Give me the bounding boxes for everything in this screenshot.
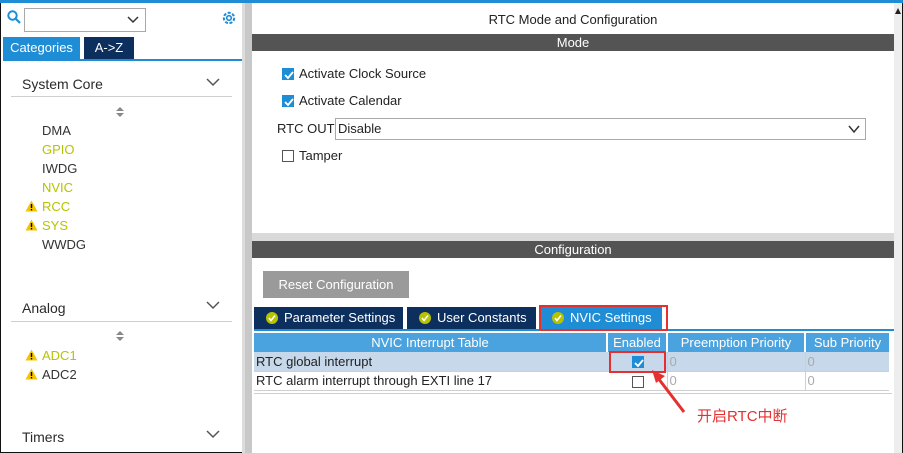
reset-configuration-button[interactable]: Reset Configuration [263, 271, 409, 298]
highlight-box-nvic-tab [539, 305, 668, 331]
sidebar-item-adc2[interactable]: ADC2 [42, 367, 77, 382]
nvic-interrupt-table: NVIC Interrupt Table Enabled Preemption … [254, 333, 889, 391]
col-header-preemption[interactable]: Preemption Priority [667, 333, 806, 352]
chevron-down-icon[interactable] [206, 78, 220, 87]
annotation-text: 开启RTC中断 [697, 408, 788, 425]
rtc-out-label: RTC OUT [277, 121, 335, 136]
activate-clock-source-label: Activate Clock Source [299, 66, 427, 81]
search-icon[interactable] [7, 10, 21, 24]
activate-clock-source-checkbox[interactable] [282, 68, 294, 80]
sidebar-item-wwdg[interactable]: WWDG [42, 237, 86, 252]
tab-parameter-settings[interactable]: Parameter Settings [254, 307, 403, 329]
sidebar-item-gpio[interactable]: GPIO [42, 142, 75, 157]
activate-calendar-label: Activate Calendar [299, 93, 402, 108]
sub-priority-cell[interactable]: 0 [804, 371, 889, 391]
col-header-enabled[interactable]: Enabled [607, 333, 668, 352]
sidebar-item-nvic[interactable]: NVIC [42, 180, 73, 195]
tab-user-constants[interactable]: User Constants [407, 307, 536, 329]
scroll-up-arrow-icon[interactable] [895, 8, 901, 14]
activate-calendar-checkbox[interactable] [282, 95, 294, 107]
gear-icon[interactable] [220, 9, 238, 27]
tab-label: Parameter Settings [284, 310, 396, 325]
tamper-label: Tamper [299, 148, 343, 163]
main-panel: RTC Mode and Configuration Mode Activate… [252, 3, 894, 453]
section-timers[interactable]: Timers [22, 429, 64, 445]
sort-icon[interactable] [115, 107, 125, 117]
chevron-down-icon[interactable] [848, 125, 860, 134]
chevron-down-icon[interactable] [206, 430, 220, 439]
arrow-annotation-icon [652, 370, 686, 413]
tabs-underline [3, 59, 242, 61]
page-title: RTC Mode and Configuration [488, 12, 658, 27]
tamper-checkbox[interactable] [282, 150, 294, 162]
sidebar-item-iwdg[interactable]: IWDG [42, 161, 77, 176]
section-analog[interactable]: Analog [22, 300, 66, 316]
mode-header: Mode [252, 34, 894, 51]
table-row[interactable]: RTC alarm interrupt through EXTI line 17… [254, 371, 889, 391]
check-circle-icon [266, 312, 278, 324]
sidebar-item-rcc[interactable]: RCC [42, 199, 70, 214]
interrupt-name: RTC global interrupt [254, 352, 607, 372]
table-row[interactable]: RTC global interrupt 0 0 [254, 352, 889, 372]
check-icon [284, 98, 294, 107]
col-header-sub-priority[interactable]: Sub Priority [805, 333, 889, 352]
section-system-core[interactable]: System Core [22, 76, 103, 92]
sort-icon[interactable] [115, 331, 125, 341]
search-input[interactable] [24, 8, 146, 32]
category-tabs: Categories A->Z [3, 37, 134, 59]
tab-a-to-z[interactable]: A->Z [84, 37, 134, 59]
rtc-out-value: Disable [338, 121, 382, 136]
section-divider [11, 96, 232, 97]
check-icon [284, 71, 294, 80]
sub-priority-cell[interactable]: 0 [804, 352, 889, 372]
sidebar-item-sys[interactable]: SYS [42, 218, 68, 233]
pane-divider[interactable] [245, 3, 252, 453]
configuration-header: Configuration [252, 241, 894, 258]
table-empty-area [254, 393, 892, 453]
warning-icon [25, 200, 38, 212]
scrollbar[interactable] [894, 3, 902, 453]
interrupt-name: RTC alarm interrupt through EXTI line 17 [254, 371, 607, 391]
col-header-name[interactable]: NVIC Interrupt Table [254, 333, 608, 352]
tab-categories[interactable]: Categories [3, 37, 80, 59]
sidebar-item-dma[interactable]: DMA [42, 123, 71, 138]
sidebar: Categories A->Z System Core DMA GPIO IWD… [1, 3, 242, 452]
check-circle-icon [419, 312, 431, 324]
section-divider [11, 321, 232, 322]
panel-splitter[interactable] [252, 233, 894, 241]
warning-icon [25, 219, 38, 231]
chevron-down-icon[interactable] [127, 15, 139, 25]
tab-label: User Constants [437, 310, 527, 325]
warning-icon [25, 368, 38, 380]
enabled-checkbox[interactable] [631, 375, 644, 388]
sidebar-item-adc1[interactable]: ADC1 [42, 348, 77, 363]
warning-icon [25, 349, 38, 361]
rtc-out-select[interactable]: Disable [335, 118, 866, 140]
chevron-down-icon[interactable] [206, 301, 220, 310]
